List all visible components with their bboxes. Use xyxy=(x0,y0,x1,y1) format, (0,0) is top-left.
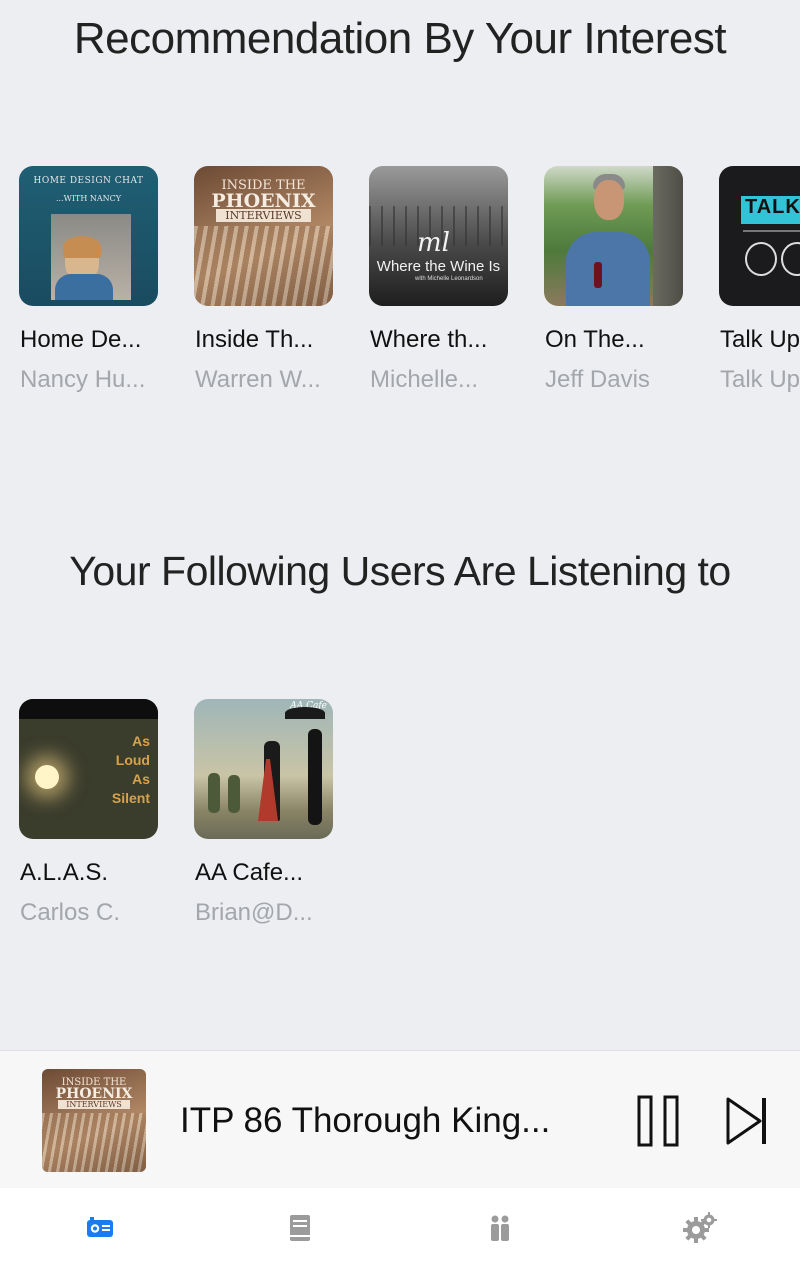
following-section-title: Your Following Users Are Listening to xyxy=(69,548,731,594)
cover-text: INTERVIEWS xyxy=(216,209,311,222)
tab-social[interactable] xyxy=(400,1188,600,1267)
podcast-cover[interactable]: AA Cafe xyxy=(194,699,333,839)
cover-text: As xyxy=(132,771,150,787)
cover-text: ...WITH NANCY xyxy=(55,194,122,203)
podcast-cover[interactable]: INSIDE THE PHOENIX INTERVIEWS xyxy=(194,166,333,306)
podcast-author: Brian@D... xyxy=(195,899,313,926)
podcast-card[interactable]: ml Where the Wine Is with Michelle Leona… xyxy=(369,166,509,393)
pause-button[interactable] xyxy=(636,1095,682,1147)
podcast-cover[interactable]: ml Where the Wine Is with Michelle Leona… xyxy=(369,166,508,306)
tab-settings[interactable] xyxy=(600,1188,800,1267)
moon-illustration xyxy=(35,765,59,789)
cover-photo xyxy=(51,214,131,300)
podcast-author: Talk Up... xyxy=(720,366,800,393)
podcast-card[interactable]: INSIDE THE PHOENIX INTERVIEWS Inside Th.… xyxy=(194,166,334,393)
podcast-card[interactable]: AA Cafe AA Cafe... Brian@D... xyxy=(194,699,334,926)
person-figure xyxy=(566,232,650,306)
cover-text: Where the Wine Is xyxy=(376,258,501,275)
podcast-card[interactable]: HOME DESIGN CHAT ...WITH NANCY Home De..… xyxy=(19,166,159,393)
now-playing-artwork[interactable]: INSIDE THE PHOENIX INTERVIEWS xyxy=(42,1069,146,1172)
pause-icon xyxy=(637,1095,679,1147)
tab-bar xyxy=(0,1188,800,1267)
podcast-cover[interactable]: As Loud As Silent xyxy=(19,699,158,839)
gear-icon xyxy=(683,1211,717,1243)
cover-text: As xyxy=(132,733,150,749)
people-icon xyxy=(491,1215,509,1241)
podcast-author: Warren W... xyxy=(195,366,321,393)
recommendation-section-title: Recommendation By Your Interest xyxy=(73,14,727,63)
cover-text: with Michelle Leonardson xyxy=(415,276,483,282)
podcast-title[interactable]: Talk Up... xyxy=(720,326,800,354)
podcast-author: Carlos C. xyxy=(20,899,121,926)
podcast-author: Nancy Hu... xyxy=(20,366,146,393)
recommendation-row[interactable]: HOME DESIGN CHAT ...WITH NANCY Home De..… xyxy=(19,166,800,406)
cover-text: INTERVIEWS xyxy=(58,1100,130,1109)
podcast-card[interactable]: On The... Jeff Davis xyxy=(544,166,684,393)
radio-icon xyxy=(87,1216,113,1237)
podcast-author: Jeff Davis xyxy=(545,366,650,393)
skip-forward-button[interactable] xyxy=(722,1095,774,1147)
podcast-cover[interactable]: TALK xyxy=(719,166,800,306)
faces-illustration xyxy=(745,242,777,276)
mini-player[interactable]: INSIDE THE PHOENIX INTERVIEWS ITP 86 Tho… xyxy=(0,1050,800,1189)
cover-text: HOME DESIGN CHAT xyxy=(33,176,144,186)
podcast-title[interactable]: Inside Th... xyxy=(195,326,313,354)
now-playing-title[interactable]: ITP 86 Thorough King... xyxy=(180,1101,550,1141)
podcast-author: Michelle... xyxy=(370,366,479,393)
podcast-card[interactable]: As Loud As Silent A.L.A.S. Carlos C. xyxy=(19,699,159,926)
tab-discover[interactable] xyxy=(0,1188,200,1267)
book-icon xyxy=(290,1214,310,1241)
podcast-title[interactable]: AA Cafe... xyxy=(195,859,303,887)
podcast-cover[interactable] xyxy=(544,166,683,306)
cover-text: ml xyxy=(417,228,450,258)
skip-forward-icon xyxy=(726,1097,766,1145)
podcast-card[interactable]: TALK Talk Up... Talk Up... xyxy=(719,166,800,393)
podcast-title[interactable]: Where th... xyxy=(370,326,487,354)
podcast-title[interactable]: Home De... xyxy=(20,326,141,354)
podcast-title[interactable]: A.L.A.S. xyxy=(20,859,108,887)
tab-library[interactable] xyxy=(200,1188,400,1267)
cover-text: Silent xyxy=(111,790,150,806)
cover-text: TALK xyxy=(741,196,800,224)
podcast-title[interactable]: On The... xyxy=(545,326,645,354)
cover-text: Loud xyxy=(115,752,150,768)
podcast-cover[interactable]: HOME DESIGN CHAT ...WITH NANCY xyxy=(19,166,158,306)
following-row[interactable]: As Loud As Silent A.L.A.S. Carlos C. AA … xyxy=(19,699,800,939)
